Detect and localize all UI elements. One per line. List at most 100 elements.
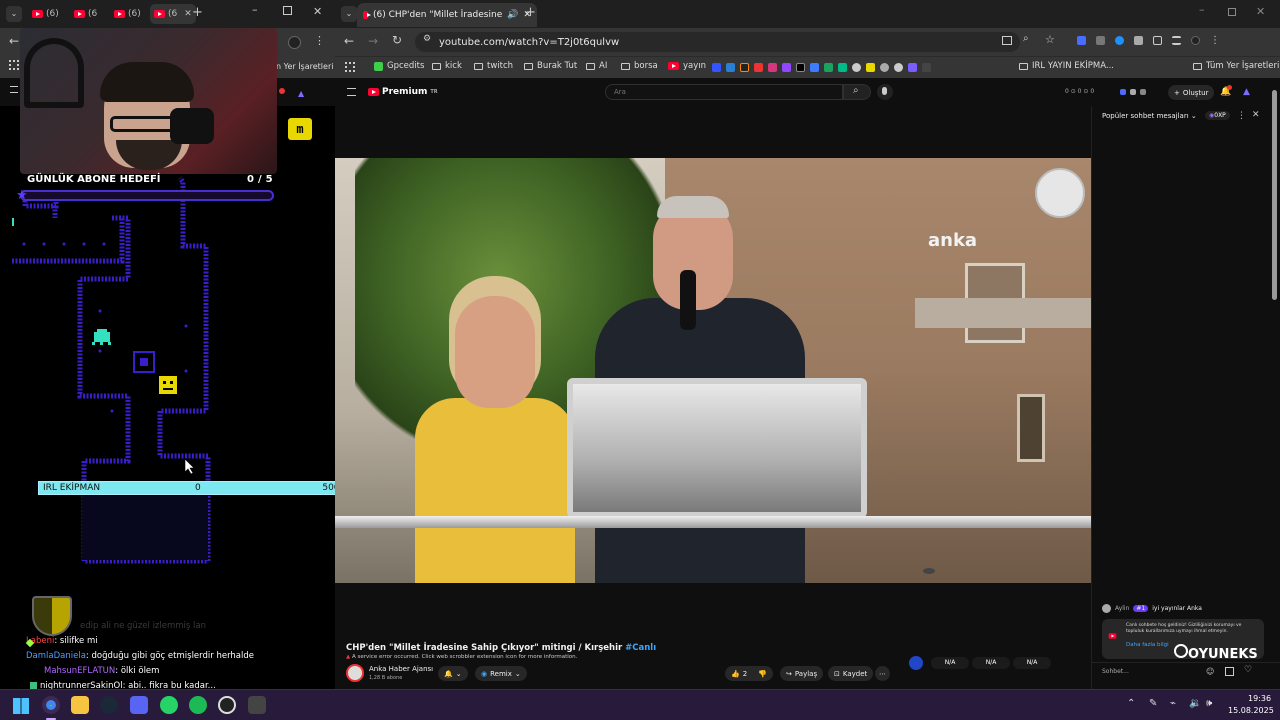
- new-tab-icon[interactable]: +: [525, 5, 536, 20]
- bookmark-borsa[interactable]: borsa: [621, 61, 658, 71]
- learn-more-link[interactable]: Daha fazla bilgi: [1126, 642, 1169, 648]
- maximize-icon[interactable]: [1228, 8, 1236, 16]
- share-button[interactable]: ↪ Paylaş: [780, 666, 824, 681]
- left-tab-1[interactable]: (6): [28, 4, 63, 24]
- clock-date[interactable]: 15.08.2025: [1228, 706, 1274, 715]
- bookmark-icon[interactable]: [880, 63, 889, 72]
- hamburger-icon[interactable]: [10, 86, 18, 93]
- bookmark-icon[interactable]: [852, 63, 861, 72]
- left-tab-4[interactable]: (6 ✕: [150, 4, 196, 24]
- install-icon[interactable]: [1002, 36, 1012, 45]
- bookmark-kick[interactable]: kick: [432, 61, 462, 71]
- page-scrollbar[interactable]: [1272, 90, 1277, 300]
- chrome-icon[interactable]: [42, 696, 60, 714]
- extension-icon[interactable]: [1130, 89, 1136, 95]
- like-button[interactable]: 👍 2 👎: [725, 666, 773, 681]
- network-icon[interactable]: ⌁: [1170, 698, 1176, 709]
- spotify-icon[interactable]: [189, 696, 207, 714]
- bookmark-irl-yayin[interactable]: IRL YAYIN EKİPMA...: [1019, 61, 1114, 71]
- bookmark-icon[interactable]: [740, 63, 749, 72]
- menu-dots-icon[interactable]: ⋮: [314, 34, 325, 47]
- apps-grid-icon[interactable]: [9, 60, 19, 70]
- windows-start-icon[interactable]: [13, 698, 29, 714]
- emoji-icon[interactable]: ☺: [1206, 667, 1214, 676]
- bookmark-twitch[interactable]: twitch: [474, 61, 513, 71]
- docs-icon[interactable]: [810, 63, 819, 72]
- voice-search-button[interactable]: [877, 84, 893, 100]
- chat-header-title[interactable]: Popüler sohbet mesajları ⌄: [1102, 112, 1197, 120]
- search-button[interactable]: ⌕: [843, 84, 871, 100]
- save-button[interactable]: ⊡ Kaydet: [828, 666, 874, 681]
- channel-avatar[interactable]: [346, 664, 364, 682]
- bookmark-icon[interactable]: [754, 63, 763, 72]
- more-button[interactable]: ⋯: [875, 666, 890, 681]
- obs-icon[interactable]: [218, 696, 236, 714]
- clock-time[interactable]: 19:36: [1248, 694, 1271, 703]
- bookmark-yayin[interactable]: yayın: [668, 61, 706, 71]
- whatsapp-icon[interactable]: [160, 696, 178, 714]
- avatar[interactable]: ▲: [1243, 87, 1250, 97]
- steam-icon[interactable]: [100, 696, 118, 714]
- live-hashtag[interactable]: #Canlı: [625, 643, 656, 653]
- bookmark-icon[interactable]: [866, 63, 875, 72]
- back-arrow-icon[interactable]: ←: [9, 34, 19, 48]
- forward-arrow-icon[interactable]: →: [368, 34, 378, 48]
- extension-icon[interactable]: [1096, 36, 1105, 45]
- channel-name[interactable]: Anka Haber Ajansı: [369, 665, 433, 673]
- tray-chevron-icon[interactable]: ⌃: [1127, 698, 1135, 709]
- volume-icon[interactable]: 🔉: [1189, 698, 1201, 709]
- super-chat-icon[interactable]: [1225, 667, 1234, 676]
- speaker-icon[interactable]: 🕪: [1206, 698, 1212, 709]
- bookmark-icon[interactable]: [908, 63, 917, 72]
- new-tab-icon[interactable]: +: [192, 5, 203, 20]
- minimize-icon[interactable]: –: [1199, 3, 1205, 16]
- profile-icon[interactable]: [288, 36, 301, 49]
- twitch-icon[interactable]: [782, 63, 791, 72]
- bookmark-icon[interactable]: [922, 63, 931, 72]
- sheets-icon[interactable]: [824, 63, 833, 72]
- bookmark-ai[interactable]: AI: [586, 61, 607, 71]
- maximize-icon[interactable]: [283, 6, 292, 15]
- profile-icon[interactable]: [1191, 36, 1200, 45]
- create-button[interactable]: + Oluştur: [1168, 85, 1215, 100]
- thumbs-down-icon[interactable]: 👎: [758, 670, 767, 678]
- audio-icon[interactable]: 🔊: [507, 10, 518, 20]
- site-info-icon[interactable]: ⚙: [423, 34, 431, 44]
- bookmark-gpcedits[interactable]: Gpcedits: [374, 61, 424, 71]
- extension-icon[interactable]: [1115, 36, 1124, 45]
- extension-icon[interactable]: [1140, 89, 1146, 95]
- url-input[interactable]: ⚙ youtube.com/watch?v=T2j0t6qulvw ⌕ ☆: [415, 32, 1055, 52]
- left-tab-3[interactable]: (6): [110, 4, 145, 24]
- notification-bell-button[interactable]: 🔔 ⌄: [438, 666, 468, 681]
- remix-button[interactable]: ◉ Remix ⌄: [475, 666, 527, 681]
- zoom-icon[interactable]: ⌕: [1023, 33, 1029, 44]
- puzzle-icon[interactable]: [1153, 36, 1162, 45]
- tab-search-button[interactable]: ⌄: [341, 6, 357, 22]
- x-icon[interactable]: [796, 63, 805, 72]
- bookmark-star-icon[interactable]: ☆: [1045, 33, 1055, 46]
- extension-icon[interactable]: [1120, 89, 1126, 95]
- bookmark-icon[interactable]: [894, 63, 903, 72]
- tab-groups-icon[interactable]: [1172, 36, 1181, 45]
- bookmark-burak-tut[interactable]: Burak Tut: [524, 61, 577, 71]
- minimize-icon[interactable]: –: [252, 3, 258, 16]
- bookmark-icon[interactable]: [838, 63, 847, 72]
- heart-icon[interactable]: ♡: [1244, 665, 1252, 675]
- reload-icon[interactable]: ↻: [392, 33, 402, 47]
- pen-icon[interactable]: ✎: [1149, 698, 1157, 709]
- all-bookmarks[interactable]: Tüm Yer İşaretleri: [1193, 61, 1279, 71]
- extension-icon[interactable]: [1134, 36, 1143, 45]
- hamburger-icon[interactable]: [347, 88, 356, 96]
- bookmark-icon[interactable]: [726, 63, 735, 72]
- instagram-icon[interactable]: [768, 63, 777, 72]
- back-arrow-icon[interactable]: ←: [344, 34, 354, 48]
- avatar[interactable]: ▲: [298, 89, 304, 98]
- chat-close-icon[interactable]: ✕: [1252, 110, 1260, 120]
- left-scrollbar[interactable]: [326, 86, 332, 686]
- chat-menu-icon[interactable]: ⋮: [1237, 111, 1246, 121]
- window-close-icon[interactable]: ✕: [313, 5, 322, 18]
- close-icon[interactable]: ✕: [184, 9, 192, 19]
- menu-dots-icon[interactable]: ⋮: [1210, 36, 1220, 46]
- apps-grid-icon[interactable]: [345, 62, 355, 72]
- file-explorer-icon[interactable]: [71, 696, 89, 714]
